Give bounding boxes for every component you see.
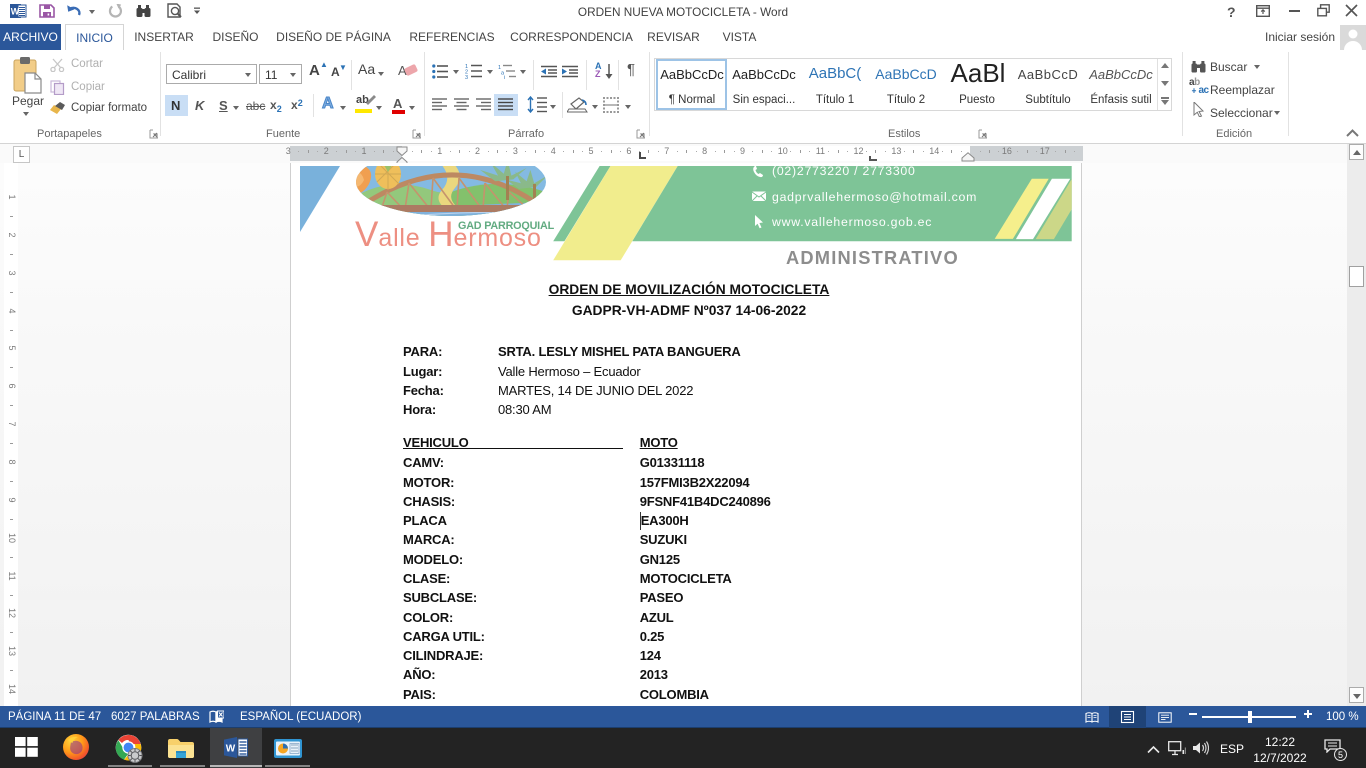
svg-text:3: 3	[465, 75, 468, 79]
svg-text:W: W	[226, 744, 236, 755]
svg-text:i: i	[504, 75, 505, 79]
